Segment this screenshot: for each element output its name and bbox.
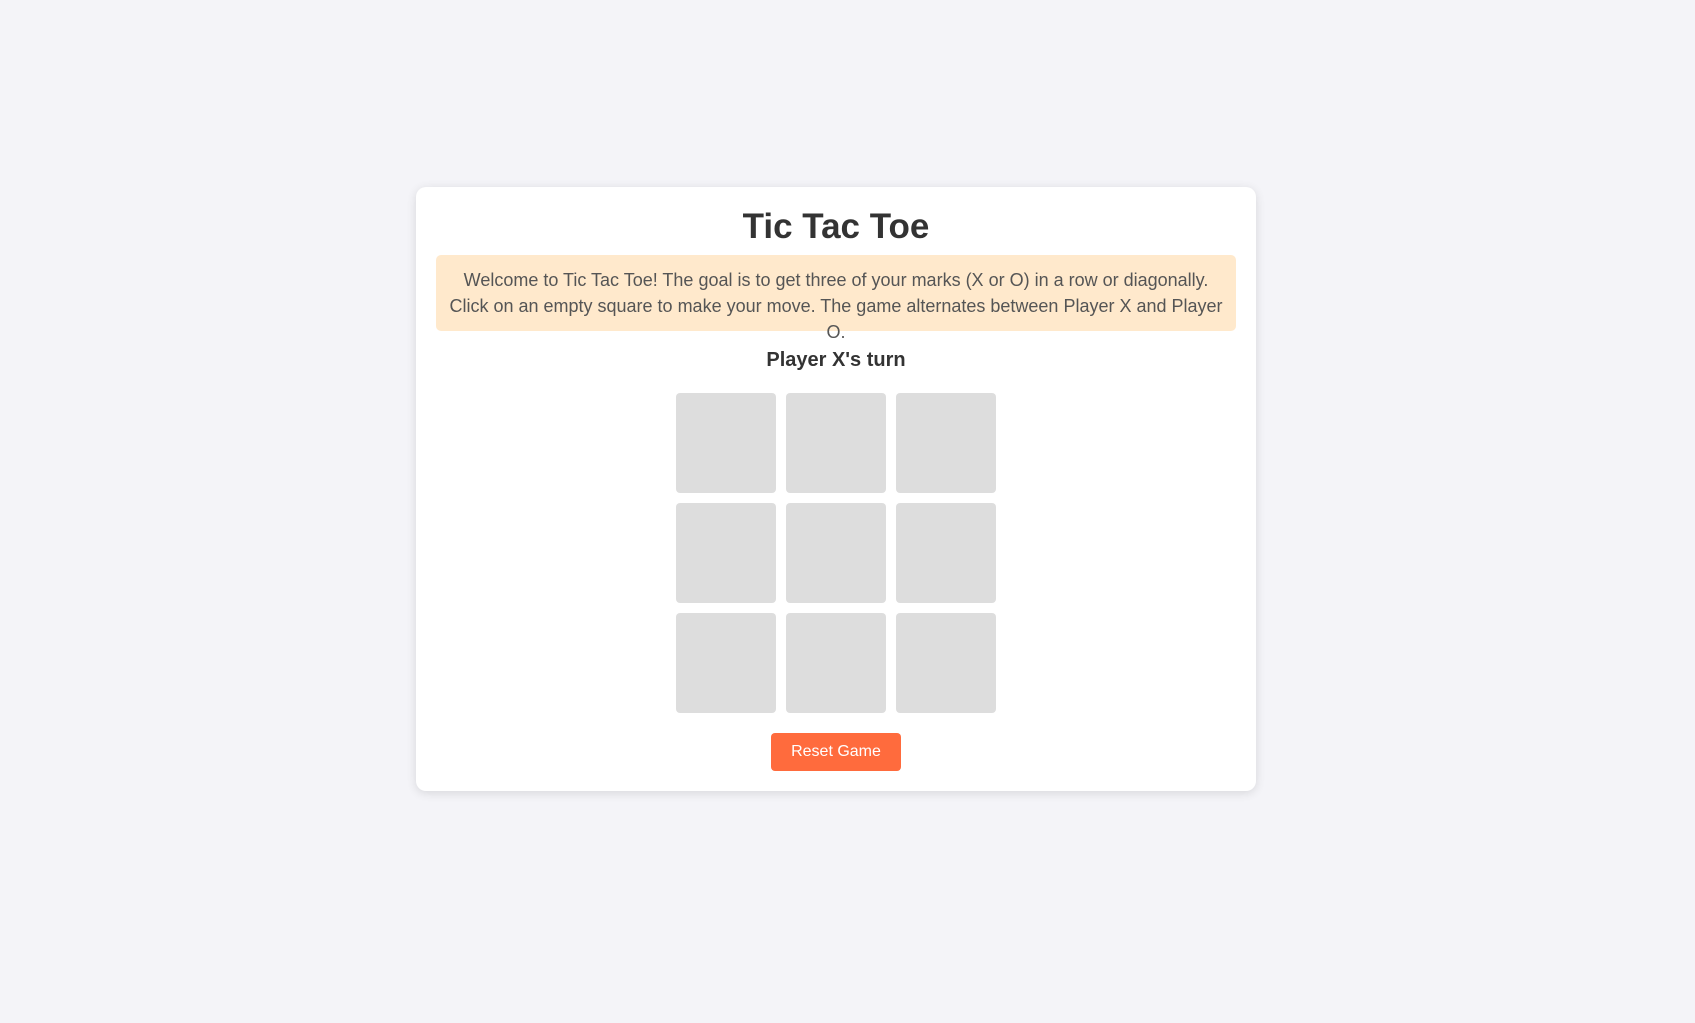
board-cell-7[interactable]: [676, 613, 776, 713]
board-cell-8[interactable]: [786, 613, 886, 713]
board-cell-9[interactable]: [896, 613, 996, 713]
instructions-line-2: Click on an empty square to make your mo…: [449, 296, 1223, 342]
instructions-box: Welcome to Tic Tac Toe! The goal is to g…: [436, 255, 1236, 342]
board-cell-6[interactable]: [896, 503, 996, 603]
board-cell-1[interactable]: [676, 393, 776, 493]
game-container: Tic Tac Toe Welcome to Tic Tac Toe! The …: [416, 187, 1256, 791]
reset-game-button[interactable]: Reset Game: [771, 733, 901, 771]
board-cell-3[interactable]: [896, 393, 996, 493]
game-title: Tic Tac Toe: [742, 207, 930, 246]
game-board: [676, 393, 996, 713]
board-cell-5[interactable]: [786, 503, 886, 603]
turn-status: Player X's turn: [766, 349, 906, 371]
board-cell-2[interactable]: [786, 393, 886, 493]
instructions-line-1: Welcome to Tic Tac Toe! The goal is to g…: [463, 270, 1209, 290]
board-cell-4[interactable]: [676, 503, 776, 603]
